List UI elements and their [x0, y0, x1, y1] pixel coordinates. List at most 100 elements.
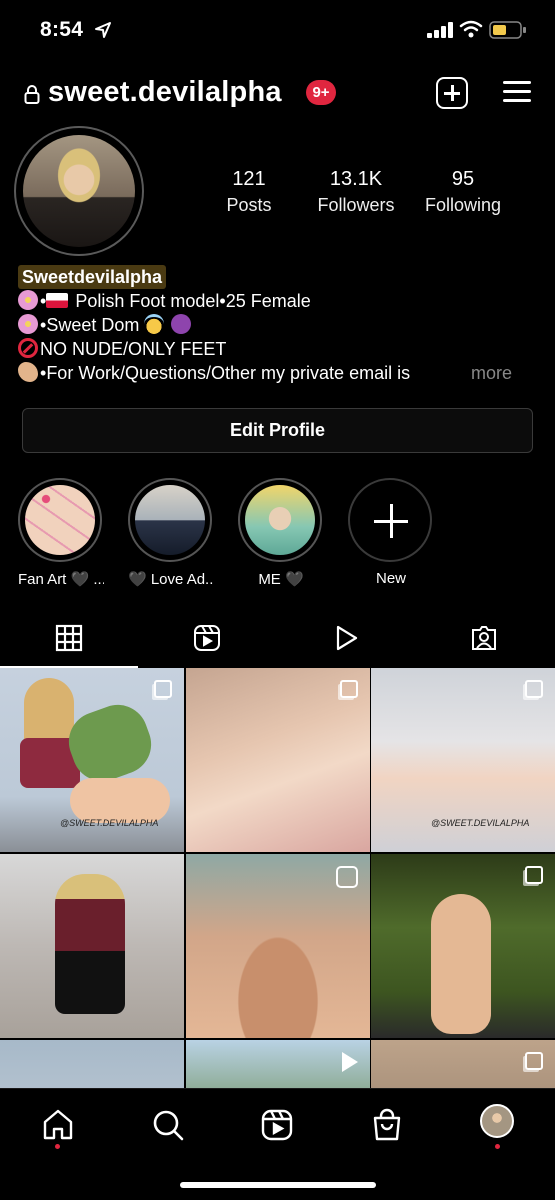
post-photo-legs	[431, 894, 491, 1034]
story-highlight-me[interactable]: ME 🖤	[238, 478, 324, 588]
highlight-label: ME 🖤	[258, 571, 304, 588]
grid-post[interactable]: @SWEET.DEVILALPHA	[371, 668, 555, 852]
following-stat[interactable]: 95 Following	[408, 168, 518, 216]
bio-text: Polish Foot model•25 Female	[75, 291, 311, 311]
followers-stat[interactable]: 13.1K Followers	[301, 168, 411, 216]
bio-text: NO NUDE/ONLY FEET	[40, 339, 227, 359]
posts-stat[interactable]: 121 Posts	[194, 168, 304, 216]
tagged-icon	[472, 626, 496, 650]
post-illustration-feet	[70, 778, 170, 823]
carousel-icon	[525, 866, 543, 884]
profile-avatar[interactable]	[23, 135, 135, 247]
post-watermark: @SWEET.DEVILALPHA	[431, 818, 530, 828]
highlight-cover	[25, 485, 95, 555]
carousel-icon	[525, 680, 543, 698]
create-post-button[interactable]	[436, 77, 468, 109]
grid-icon	[55, 624, 83, 652]
story-highlight-fan-art[interactable]: Fan Art 🖤 ...	[18, 478, 104, 588]
menu-line	[503, 81, 531, 84]
nav-search[interactable]	[150, 1107, 186, 1143]
home-activity-dot	[55, 1144, 60, 1149]
highlight-ring	[128, 478, 212, 562]
new-highlight-button[interactable]: New	[348, 478, 434, 587]
highlight-cover	[245, 485, 315, 555]
following-label: Following	[424, 195, 502, 215]
battery-icon	[489, 21, 526, 39]
nav-profile-avatar[interactable]	[480, 1104, 514, 1138]
menu-line	[503, 99, 531, 102]
location-arrow-icon	[95, 22, 111, 38]
lock-icon	[24, 85, 40, 104]
highlight-label: Fan Art 🖤 ...	[18, 571, 104, 588]
cherry-blossom-icon	[18, 314, 38, 334]
home-indicator[interactable]	[180, 1182, 376, 1188]
status-time: 8:54	[40, 18, 84, 41]
bio-line: •Sweet Dom	[18, 313, 538, 337]
posts-count: 121	[232, 168, 266, 190]
bio-text: Sweet Dom	[46, 315, 140, 335]
bio-text: For Work/Questions/Other my private emai…	[46, 363, 411, 383]
video-icon	[342, 1052, 358, 1072]
tab-reels[interactable]	[138, 612, 276, 668]
profile-tabs	[0, 612, 555, 668]
menu-line	[503, 90, 531, 93]
reel-icon	[336, 866, 358, 888]
followers-count: 13.1K	[329, 168, 383, 190]
post-photo-person	[55, 874, 125, 1014]
highlight-ring	[348, 478, 432, 562]
status-bar: 8:54	[0, 0, 555, 60]
following-count: 95	[451, 168, 475, 190]
shop-icon	[373, 1108, 401, 1141]
nav-home[interactable]	[40, 1107, 76, 1143]
profile-avatar-ring[interactable]	[14, 126, 144, 256]
search-icon	[153, 1110, 184, 1141]
profile-bio: Sweetdevilalpha • Polish Foot model•25 F…	[18, 265, 538, 385]
nav-reels[interactable]	[259, 1107, 295, 1143]
highlight-cover	[135, 485, 205, 555]
menu-button[interactable]	[503, 79, 531, 105]
profile-activity-dot	[495, 1144, 500, 1149]
grid-post[interactable]	[186, 854, 370, 1038]
home-icon	[43, 1109, 73, 1140]
carousel-icon	[525, 1052, 543, 1070]
angel-emoji-icon	[144, 314, 165, 334]
tab-videos[interactable]	[277, 612, 415, 668]
bio-line: NO NUDE/ONLY FEET	[18, 337, 538, 361]
edit-profile-button[interactable]: Edit Profile	[22, 408, 533, 453]
nav-shop[interactable]	[369, 1107, 405, 1143]
grid-post[interactable]	[371, 854, 555, 1038]
bio-line: • Polish Foot model•25 Female	[18, 289, 538, 313]
video-play-icon	[336, 625, 358, 651]
bio-line: •For Work/Questions/Other my private ema…	[18, 361, 538, 385]
tab-tagged[interactable]	[415, 612, 553, 668]
highlight-ring	[238, 478, 322, 562]
carousel-icon	[154, 680, 172, 698]
prohibited-icon	[18, 338, 38, 358]
grid-post[interactable]: @SWEET.DEVILALPHA	[0, 668, 184, 852]
highlight-ring	[18, 478, 102, 562]
cherry-blossom-icon	[18, 290, 38, 310]
highlight-label: 🖤 Love Ad...	[128, 571, 214, 588]
highlight-label: New	[375, 570, 406, 587]
reels-icon	[261, 1109, 293, 1141]
grid-post[interactable]	[0, 854, 184, 1038]
display-name: Sweetdevilalpha	[18, 265, 167, 289]
flexed-biceps-icon	[18, 362, 38, 382]
grid-post[interactable]	[186, 668, 370, 852]
profile-header: sweet.devilalpha 9+	[0, 70, 555, 120]
tab-grid[interactable]	[0, 612, 138, 668]
followers-label: Followers	[317, 195, 395, 215]
posts-label: Posts	[226, 195, 272, 215]
bio-more-link[interactable]: more	[471, 361, 512, 385]
poland-flag-icon	[46, 293, 69, 308]
story-highlight-love-ad[interactable]: 🖤 Love Ad...	[128, 478, 214, 588]
plus-icon	[355, 485, 425, 555]
carousel-icon	[340, 680, 358, 698]
notification-badge[interactable]: 9+	[306, 80, 336, 105]
devil-emoji-icon	[171, 314, 192, 334]
cellular-signal-icon	[427, 22, 453, 38]
post-watermark: @SWEET.DEVILALPHA	[60, 818, 159, 828]
account-username[interactable]: sweet.devilalpha	[48, 76, 282, 109]
reels-icon	[194, 625, 220, 651]
wifi-icon	[459, 20, 483, 38]
